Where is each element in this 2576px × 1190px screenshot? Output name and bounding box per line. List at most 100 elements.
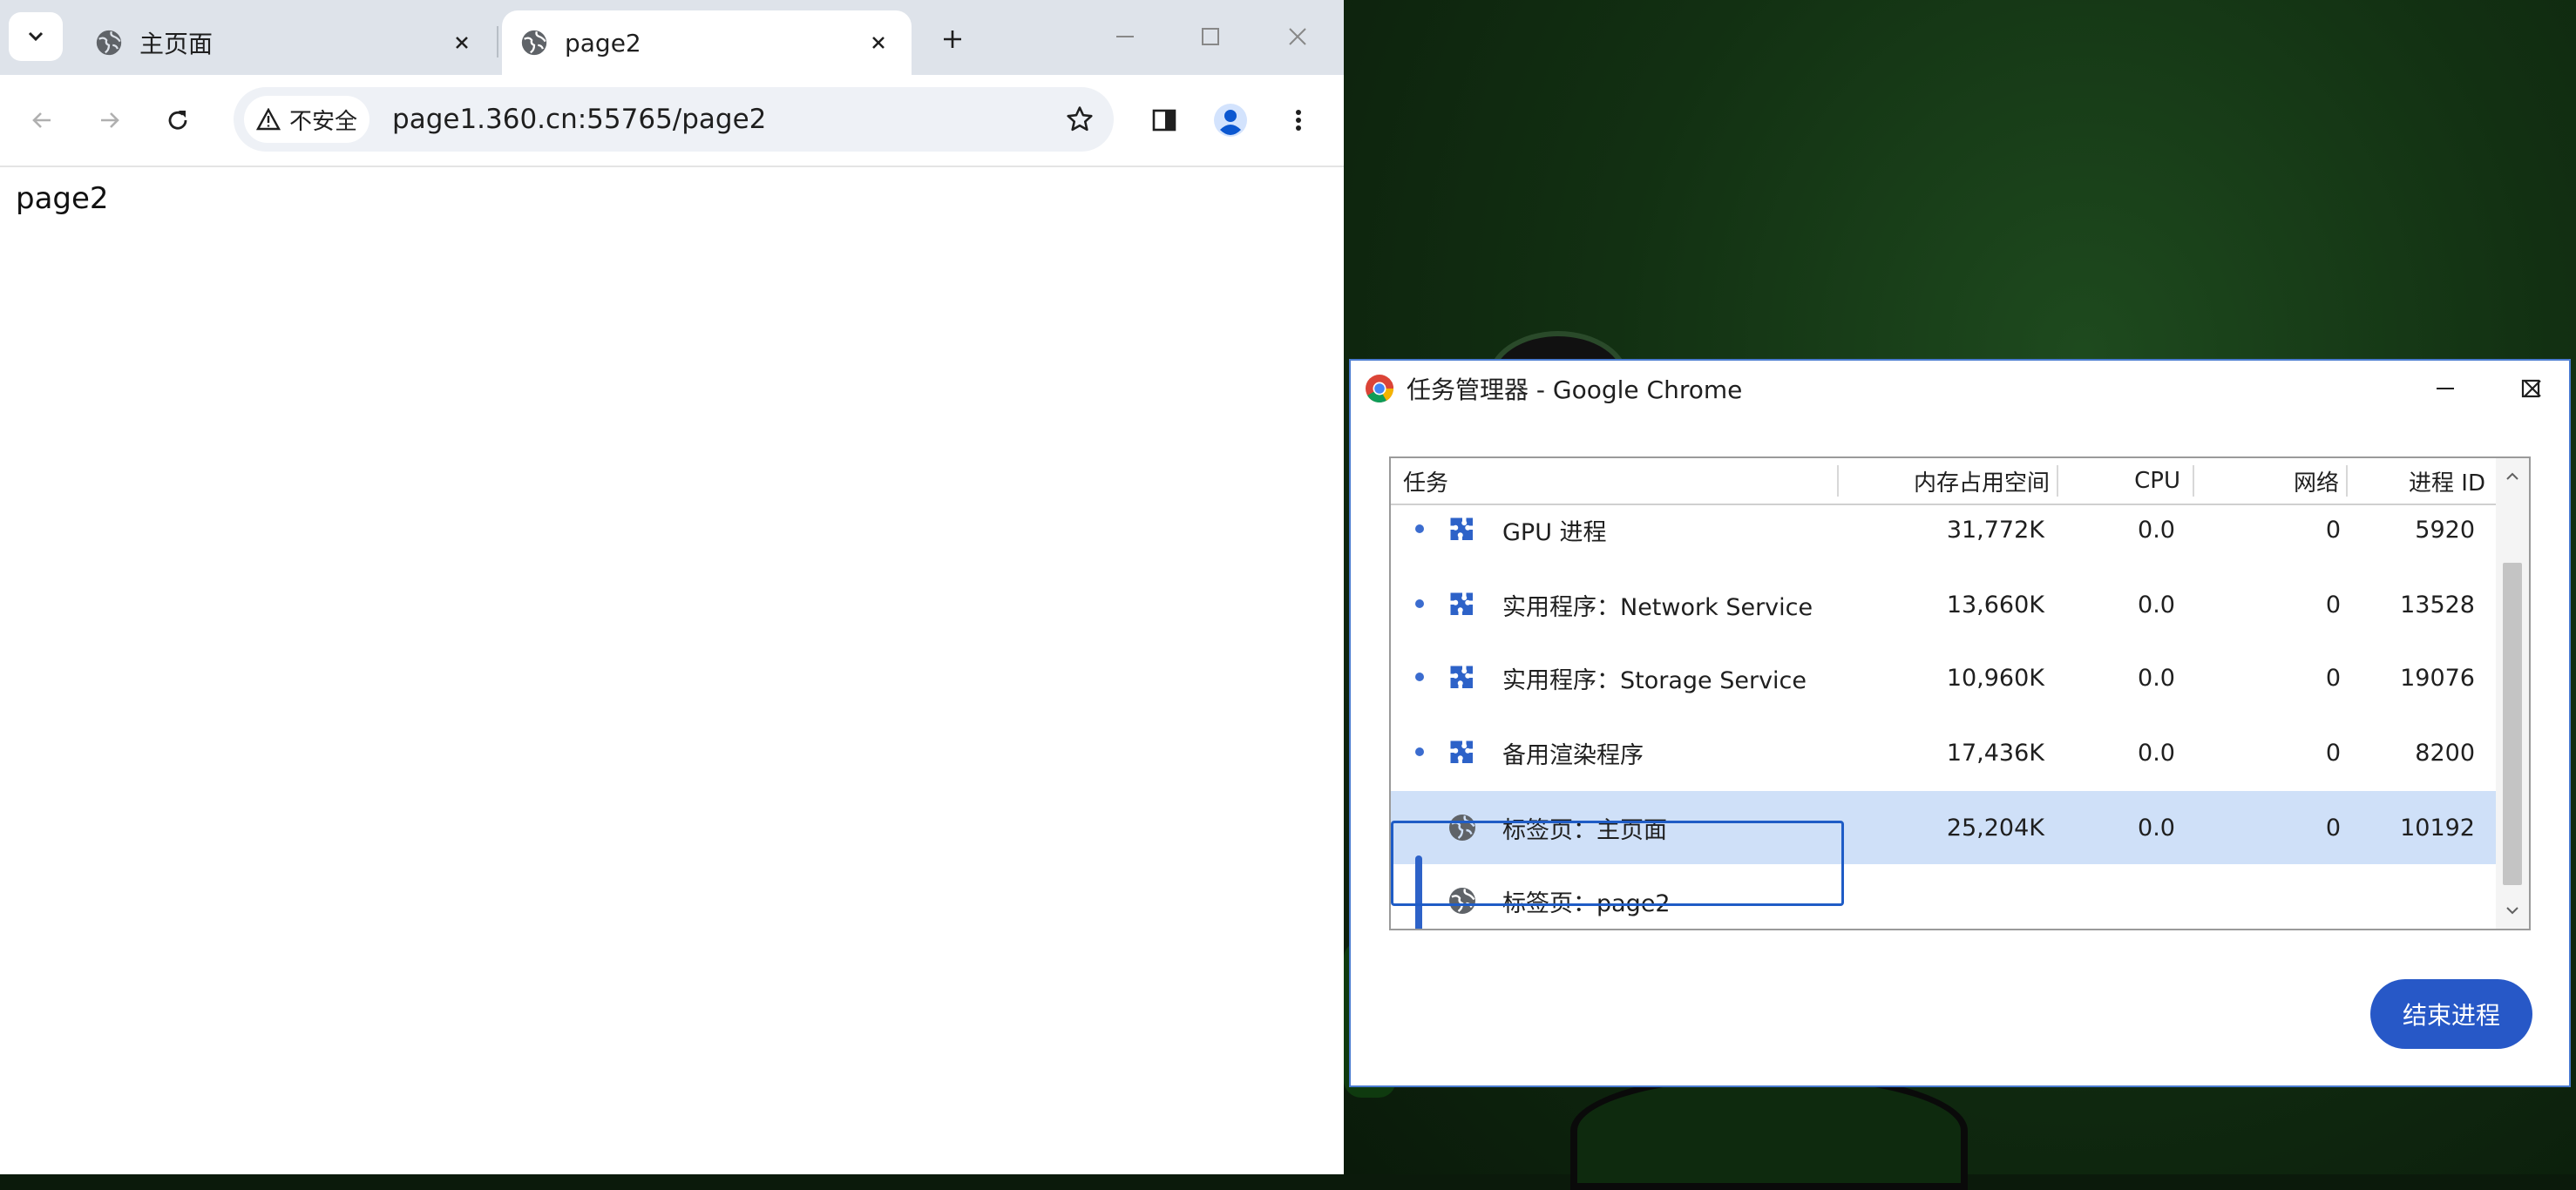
row-pid bbox=[2349, 864, 2475, 929]
desktop-wallpaper-shape bbox=[1570, 1072, 1968, 1190]
browser-window: 主页面 page2 不安全 page1.360.cn:55765/page2 p… bbox=[0, 0, 1344, 1174]
column-divider bbox=[1837, 465, 1839, 497]
more-vertical-icon bbox=[1296, 110, 1301, 131]
row-task-name: 实用程序：Network Service bbox=[1502, 593, 1813, 621]
table-row[interactable]: 标签页：page2 bbox=[1391, 864, 2496, 929]
chevron-down-icon bbox=[2506, 907, 2518, 915]
minimize-button[interactable] bbox=[1096, 12, 1154, 61]
tm-close-button[interactable] bbox=[2506, 369, 2559, 408]
minimize-icon bbox=[1116, 36, 1134, 37]
process-group-indicator bbox=[1415, 855, 1422, 929]
row-task-name: 实用程序：Storage Service bbox=[1502, 666, 1807, 694]
security-label: 不安全 bbox=[289, 108, 358, 135]
tab-search-button[interactable] bbox=[9, 12, 63, 61]
chrome-logo-icon bbox=[1366, 375, 1394, 403]
bookmark-button[interactable] bbox=[1065, 105, 1095, 134]
table-row-selected[interactable]: 标签页：主页面 25,204K 0.0 0 10192 bbox=[1391, 791, 2496, 864]
scroll-down-button[interactable] bbox=[2501, 899, 2524, 922]
row-network: 0 bbox=[2325, 664, 2341, 692]
row-network: 0 bbox=[2325, 591, 2341, 619]
chevron-down-icon bbox=[28, 31, 44, 42]
chevron-up-icon bbox=[2506, 472, 2518, 480]
tab-close-button[interactable] bbox=[861, 25, 896, 60]
close-icon bbox=[1289, 28, 1306, 45]
row-pid: 19076 bbox=[2400, 664, 2475, 692]
row-memory: 31,772K bbox=[1946, 516, 2044, 544]
row-memory: 10,960K bbox=[1946, 664, 2044, 692]
row-bullet bbox=[1415, 747, 1424, 756]
table-row[interactable]: 备用渲染程序 17,436K 0.0 0 8200 bbox=[1391, 716, 2496, 789]
row-pid: 8200 bbox=[2415, 739, 2475, 767]
scrollbar[interactable] bbox=[2496, 458, 2529, 929]
tab-main-page[interactable]: 主页面 bbox=[77, 10, 495, 75]
menu-button[interactable] bbox=[1274, 96, 1323, 145]
row-pid: 13528 bbox=[2400, 591, 2475, 619]
row-memory: 17,436K bbox=[1946, 739, 2044, 767]
forward-button[interactable] bbox=[85, 96, 134, 145]
row-memory: 13,660K bbox=[1946, 591, 2044, 619]
reload-icon bbox=[168, 111, 187, 130]
tab-label: 主页面 bbox=[139, 30, 214, 58]
row-memory bbox=[1879, 864, 2044, 929]
tab-close-button[interactable] bbox=[444, 25, 479, 60]
close-window-button[interactable] bbox=[1269, 12, 1326, 61]
column-divider bbox=[2057, 465, 2058, 497]
row-cpu: 0.0 bbox=[2138, 814, 2175, 842]
row-pid: 5920 bbox=[2415, 516, 2475, 544]
maximize-button[interactable] bbox=[1182, 12, 1239, 61]
profile-button[interactable] bbox=[1206, 96, 1255, 145]
column-divider bbox=[2346, 465, 2348, 497]
task-manager-title: 任务管理器 - Google Chrome bbox=[1407, 375, 1743, 404]
row-cpu bbox=[2053, 864, 2175, 929]
address-bar[interactable]: 不安全 page1.360.cn:55765/page2 bbox=[234, 87, 1114, 152]
browser-toolbar: 不安全 page1.360.cn:55765/page2 bbox=[0, 75, 1344, 167]
maximize-icon bbox=[1202, 28, 1219, 45]
puzzle-icon bbox=[1450, 666, 1473, 688]
row-cpu: 0.0 bbox=[2138, 739, 2175, 767]
table-row[interactable]: 实用程序：Storage Service 10,960K 0.0 0 19076 bbox=[1391, 641, 2496, 714]
row-network: 0 bbox=[2325, 516, 2341, 544]
close-icon bbox=[2524, 380, 2541, 397]
row-task-name: 备用渲染程序 bbox=[1502, 741, 1644, 769]
back-button[interactable] bbox=[17, 96, 66, 145]
row-bullet bbox=[1415, 599, 1424, 608]
globe-icon bbox=[1449, 815, 1475, 841]
security-chip[interactable]: 不安全 bbox=[244, 96, 370, 143]
page-body-text: page2 bbox=[16, 181, 109, 216]
row-task-name: 标签页：page2 bbox=[1502, 889, 1671, 917]
reload-button[interactable] bbox=[153, 96, 202, 145]
globe-icon bbox=[1449, 888, 1475, 914]
row-bullet bbox=[1415, 524, 1424, 533]
column-divider bbox=[2193, 465, 2194, 497]
plus-icon bbox=[944, 30, 961, 48]
side-panel-icon bbox=[1152, 109, 1176, 132]
new-tab-button[interactable] bbox=[932, 19, 973, 59]
url-text[interactable]: page1.360.cn:55765/page2 bbox=[392, 104, 1065, 135]
minimize-icon bbox=[2437, 388, 2454, 389]
tab-page2[interactable]: page2 bbox=[502, 10, 912, 75]
task-manager-titlebar: 任务管理器 - Google Chrome bbox=[1351, 361, 2569, 416]
arrow-right-icon bbox=[101, 112, 119, 128]
warning-icon bbox=[256, 108, 281, 131]
table-row[interactable]: 实用程序：Network Service 13,660K 0.0 0 13528 bbox=[1391, 568, 2496, 641]
row-cpu: 0.0 bbox=[2138, 664, 2175, 692]
close-icon bbox=[872, 37, 885, 49]
scroll-up-button[interactable] bbox=[2501, 465, 2524, 488]
tm-minimize-button[interactable] bbox=[2419, 369, 2471, 408]
process-table: 任务 内存占用空间 CPU 网络 进程 ID GPU 进程 31,772K 0.… bbox=[1389, 456, 2531, 930]
row-task-name: 标签页：主页面 bbox=[1502, 816, 1667, 844]
tab-label: page2 bbox=[565, 28, 641, 57]
side-panel-button[interactable] bbox=[1140, 96, 1189, 145]
row-pid: 10192 bbox=[2400, 814, 2475, 842]
row-network: 0 bbox=[2325, 739, 2341, 767]
puzzle-icon bbox=[1450, 517, 1473, 540]
puzzle-icon bbox=[1450, 740, 1473, 763]
end-process-button[interactable]: 结束进程 bbox=[2370, 979, 2532, 1049]
table-row[interactable]: GPU 进程 31,772K 0.0 0 5920 bbox=[1391, 493, 2496, 566]
close-icon bbox=[456, 37, 468, 49]
row-bullet bbox=[1415, 673, 1424, 681]
tab-strip: 主页面 page2 bbox=[0, 0, 1344, 75]
scrollbar-thumb[interactable] bbox=[2503, 563, 2522, 885]
row-cpu: 0.0 bbox=[2138, 591, 2175, 619]
row-network: 0 bbox=[2325, 814, 2341, 842]
